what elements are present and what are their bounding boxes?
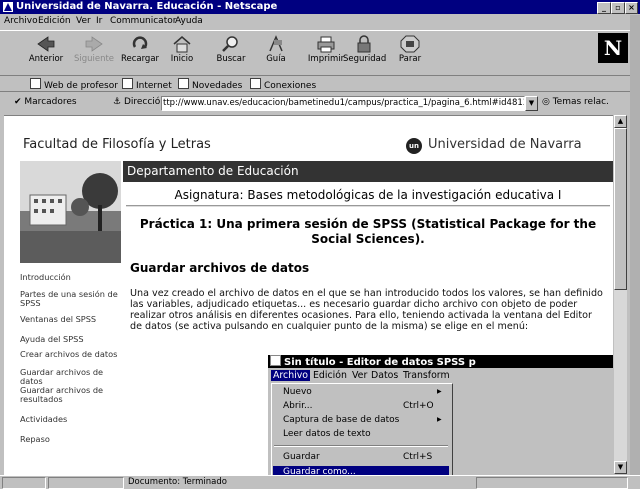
menu-separator xyxy=(274,445,448,447)
spss-item-abrir: Abrir... Ctrl+O xyxy=(283,401,434,411)
divider xyxy=(126,205,610,207)
forward-arrow-icon xyxy=(85,36,103,52)
back-button[interactable]: Anterior xyxy=(25,35,67,73)
practice-title: Práctica 1: Una primera sesión de SPSS (… xyxy=(139,217,597,246)
back-arrow-icon xyxy=(37,36,55,52)
progress-bar xyxy=(48,477,124,489)
bookmark-page-icon xyxy=(122,78,133,89)
bookmark-novedades[interactable]: Novedades xyxy=(178,78,242,91)
nav-link-guardar-datos[interactable]: Guardar archivos de datos xyxy=(20,368,120,386)
reload-icon xyxy=(132,36,148,49)
navigation-toolbar: Anterior Siguiente Recargar Inicio Busca… xyxy=(0,30,630,76)
guide-icon xyxy=(269,35,283,52)
location-icon: ⚓ xyxy=(113,97,124,107)
nav-link-guardar-resultados[interactable]: Guardar archivos de resultados xyxy=(20,386,120,404)
bookmark-page-icon xyxy=(250,78,261,89)
lock-icon xyxy=(357,35,371,53)
url-dropdown-button[interactable]: ▼ xyxy=(525,96,538,111)
faculty-name: Facultad de Filosofía y Letras xyxy=(23,137,211,152)
subject-title: Asignatura: Bases metodológicas de la in… xyxy=(174,188,562,202)
spss-item-nuevo: Nuevo ▶ xyxy=(283,387,442,397)
maximize-button[interactable]: ▫ xyxy=(611,2,625,14)
bookmarks-icon: ✔ xyxy=(14,97,25,107)
scroll-down-button[interactable]: ▼ xyxy=(614,461,627,474)
submenu-arrow-icon: ▶ xyxy=(437,416,442,423)
spss-item-guardar: Guardar Ctrl+S xyxy=(283,452,433,462)
url-input[interactable]: ttp://www.unav.es/educacion/bametinedu1/… xyxy=(161,96,525,111)
section-heading: Guardar archivos de datos xyxy=(130,261,310,275)
spss-screenshot: Sin título - Editor de datos SPSS p Arch… xyxy=(267,355,613,475)
spss-item-leer-texto: Leer datos de texto xyxy=(283,429,371,439)
related-icon: ◎ xyxy=(542,97,553,107)
print-button[interactable]: Imprimir xyxy=(305,35,347,73)
spss-item-captura: Captura de base de datos ▶ xyxy=(283,415,442,425)
guide-button[interactable]: Guía xyxy=(255,35,297,73)
minimize-button[interactable]: _ xyxy=(597,2,611,14)
nav-link-introduccion[interactable]: Introducción xyxy=(20,273,71,282)
forward-button[interactable]: Siguiente xyxy=(73,35,115,73)
home-button[interactable]: Inicio xyxy=(161,35,203,73)
spss-file-dropdown: Nuevo ▶ Abrir... Ctrl+O Captura de base de… xyxy=(271,383,453,475)
menu-archivo[interactable]: Archivo xyxy=(4,16,38,26)
vertical-scrollbar[interactable]: ▲ ▼ xyxy=(614,115,627,474)
university-logo-icon: un xyxy=(406,138,422,154)
status-text: Documento: Terminado xyxy=(128,477,227,487)
menu-communicator[interactable]: Communicator xyxy=(110,16,176,26)
nav-link-crear[interactable]: Crear archivos de datos xyxy=(20,350,120,359)
bookmark-page-icon xyxy=(178,78,189,89)
spss-menu-bar: Archivo Edición Ver Datos Transform xyxy=(268,369,613,382)
spss-menu-transform: Transform xyxy=(403,370,450,381)
search-icon xyxy=(222,36,238,52)
nav-link-repaso[interactable]: Repaso xyxy=(20,435,50,444)
spss-item-guardar-como: Guardar como... xyxy=(273,466,449,475)
body-paragraph: Una vez creado el archivo de datos en el… xyxy=(130,288,603,332)
university-name[interactable]: Universidad de Navarra xyxy=(428,137,582,152)
netscape-app-icon xyxy=(3,2,13,12)
spss-menu-ver: Ver xyxy=(352,370,368,381)
printer-icon xyxy=(317,36,335,53)
location-toolbar: ✔ Marcadores ⚓ Dirección: ttp://www.unav… xyxy=(0,93,640,113)
personal-toolbar: Web de profesor Internet Novedades Conex… xyxy=(0,76,630,92)
nav-link-ayuda[interactable]: Ayuda del SPSS xyxy=(20,335,84,344)
spss-app-icon xyxy=(270,355,281,366)
window-right-edge xyxy=(630,15,640,475)
bookmark-conexiones[interactable]: Conexiones xyxy=(250,78,316,91)
window-title-bar: Universidad de Navarra. Educación - Nets… xyxy=(0,0,640,14)
netscape-n-logo: N xyxy=(598,33,628,63)
window-title: Universidad de Navarra. Educación - Nets… xyxy=(16,1,278,12)
close-button[interactable]: × xyxy=(625,2,638,14)
search-button[interactable]: Buscar xyxy=(210,35,252,73)
nav-link-ventanas[interactable]: Ventanas del SPSS xyxy=(20,315,96,324)
menu-ayuda[interactable]: Ayuda xyxy=(175,16,203,26)
reload-button[interactable]: Recargar xyxy=(119,35,161,73)
security-status-icon[interactable] xyxy=(2,477,46,489)
related-topics-button[interactable]: ◎ Temas relac. xyxy=(542,97,609,107)
bookmark-page-icon xyxy=(30,78,41,89)
menu-ir[interactable]: Ir xyxy=(96,16,102,26)
submenu-arrow-icon: ▶ xyxy=(437,388,442,395)
spss-menu-datos: Datos xyxy=(371,370,399,381)
spss-menu-archivo: Archivo xyxy=(271,370,311,381)
scroll-thumb[interactable] xyxy=(614,128,627,290)
home-icon xyxy=(173,36,191,53)
security-button[interactable]: Seguridad xyxy=(343,35,386,73)
bookmark-web-de-profesor[interactable]: Web de profesor xyxy=(30,78,118,91)
bookmarks-button[interactable]: ✔ Marcadores xyxy=(14,97,77,107)
campus-photo xyxy=(20,161,121,263)
spss-menu-edicion: Edición xyxy=(313,370,347,381)
menu-edicion[interactable]: Edición xyxy=(38,16,71,26)
status-bar: Documento: Terminado xyxy=(0,475,640,489)
stop-button[interactable]: Parar xyxy=(389,35,431,73)
bookmark-internet[interactable]: Internet xyxy=(122,78,172,91)
scroll-up-button[interactable]: ▲ xyxy=(614,115,627,128)
menu-ver[interactable]: Ver xyxy=(76,16,91,26)
component-bar[interactable] xyxy=(476,477,628,489)
page-viewport[interactable]: Facultad de Filosofía y Letras un Univer… xyxy=(4,115,613,475)
stop-icon xyxy=(400,35,420,53)
nav-link-partes[interactable]: Partes de una sesión de SPSS xyxy=(20,290,120,308)
department-header: Departamento de Educación xyxy=(123,161,613,182)
menu-bar: Archivo Edición Ver Ir Communicator Ayud… xyxy=(0,15,630,28)
spss-title-bar: Sin título - Editor de datos SPSS p xyxy=(268,355,613,368)
nav-link-actividades[interactable]: Actividades xyxy=(20,415,67,424)
